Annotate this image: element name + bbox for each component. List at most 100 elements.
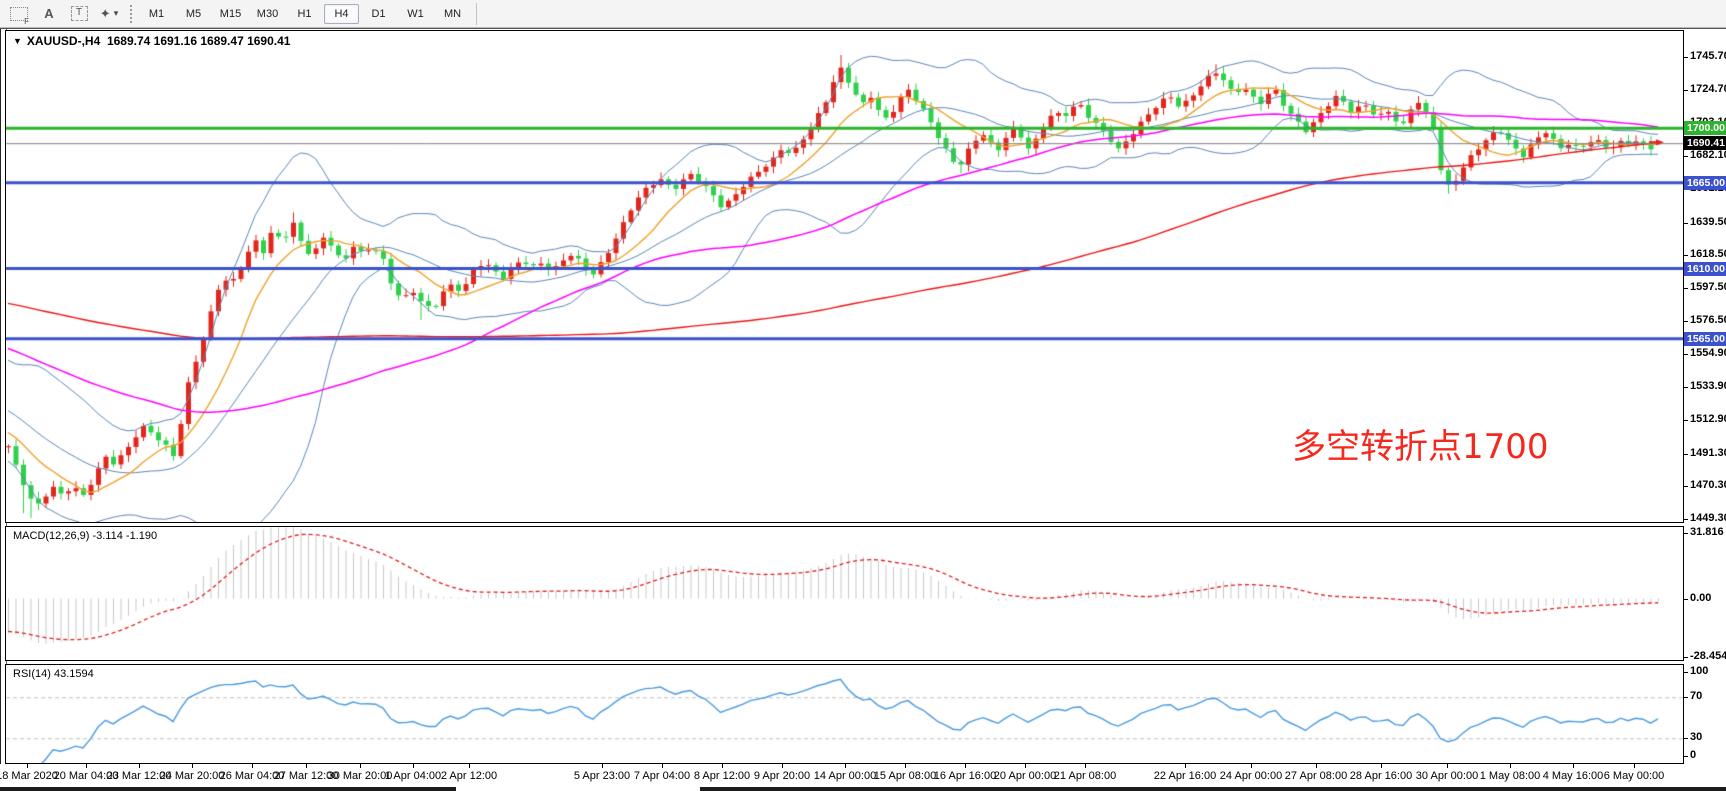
collapse-triangle-icon[interactable]: ▼ xyxy=(13,36,22,46)
rsi-canvas[interactable] xyxy=(6,665,1683,763)
window-border xyxy=(0,28,1726,29)
axis-tick xyxy=(1684,354,1688,355)
axis-tick xyxy=(1684,156,1688,157)
axis-label: 31.816 xyxy=(1690,526,1724,538)
time-tick xyxy=(1573,764,1574,768)
axis-label: 70 xyxy=(1690,690,1702,702)
time-label: 20 Apr 00:00 xyxy=(994,770,1056,782)
axis-tick xyxy=(1684,738,1688,739)
timeframe-button-m30[interactable]: M30 xyxy=(250,4,285,24)
time-tick xyxy=(782,764,783,768)
timeframe-button-d1[interactable]: D1 xyxy=(361,4,396,24)
time-tick xyxy=(139,764,140,768)
axis-tick xyxy=(1684,486,1688,487)
axis-label: 1745.70 xyxy=(1690,50,1726,62)
rsi-indicator-label: RSI(14) 43.1594 xyxy=(13,668,94,680)
bottom-scrollbar[interactable] xyxy=(0,787,456,791)
axis-label: 1533.90 xyxy=(1690,380,1726,392)
axis-tick xyxy=(1684,756,1688,757)
time-tick xyxy=(192,764,193,768)
axis-label: 1724.70 xyxy=(1690,83,1726,95)
ohlc-readout: 1689.74 1691.16 1689.47 1690.41 xyxy=(107,34,291,48)
price-scale[interactable]: 1745.701724.701703.101682.101661.101639.… xyxy=(1684,30,1726,523)
time-label: 15 Apr 08:00 xyxy=(874,770,936,782)
label-icon[interactable]: T xyxy=(68,3,90,25)
timeframe-button-h4[interactable]: H4 xyxy=(324,4,359,24)
axis-tick xyxy=(1684,57,1688,58)
timeframe-button-m5[interactable]: M5 xyxy=(176,4,211,24)
timeframe-button-h1[interactable]: H1 xyxy=(287,4,322,24)
axis-label: -28.454 xyxy=(1690,650,1726,662)
macd-scale[interactable]: 31.8160.00-28.454 xyxy=(1684,526,1726,661)
dropdown-caret-icon[interactable]: ▾ xyxy=(114,8,119,19)
chart-header[interactable]: ▼ XAUUSD-,H4 1689.74 1691.16 1689.47 1690… xyxy=(13,34,290,48)
time-tick xyxy=(1251,764,1252,768)
toolbar-grip[interactable] xyxy=(130,5,132,23)
time-label: 7 Apr 04:00 xyxy=(634,770,690,782)
time-tick xyxy=(905,764,906,768)
time-tick xyxy=(602,764,603,768)
fibonacci-icon[interactable]: F xyxy=(8,3,30,25)
timeframe-button-m1[interactable]: M1 xyxy=(139,4,174,24)
time-tick xyxy=(1634,764,1635,768)
fibonacci-grid: F xyxy=(10,7,28,21)
time-label: 28 Apr 16:00 xyxy=(1350,770,1412,782)
rsi-scale[interactable]: 100 70 30 0 xyxy=(1684,664,1726,764)
axis-tick xyxy=(1684,519,1688,520)
mt4-window: F A T ✦▾ M1M5M15M30H1H4D1W1MN ▼ XAUUSD-,H… xyxy=(0,0,1726,791)
time-tick xyxy=(469,764,470,768)
time-tick xyxy=(1447,764,1448,768)
arrows-icon[interactable]: ✦▾ xyxy=(98,3,120,25)
axis-label: 1618.50 xyxy=(1690,248,1726,260)
time-tick xyxy=(86,764,87,768)
time-label: 21 Apr 08:00 xyxy=(1054,770,1116,782)
price-level-badge: 1610.00 xyxy=(1684,262,1726,276)
time-tick xyxy=(252,764,253,768)
rsi-panel[interactable]: RSI(14) 43.1594 xyxy=(5,664,1684,764)
time-tick xyxy=(722,764,723,768)
time-tick xyxy=(1316,764,1317,768)
axis-label: 1512.90 xyxy=(1690,413,1726,425)
text-icon[interactable]: A xyxy=(38,3,60,25)
time-tick xyxy=(1381,764,1382,768)
axis-label: 100 xyxy=(1690,665,1708,677)
time-label: 5 Apr 23:00 xyxy=(574,770,630,782)
axis-label: 1449.30 xyxy=(1690,512,1726,524)
axis-tick xyxy=(1684,90,1688,91)
time-label: 27 Apr 08:00 xyxy=(1285,770,1347,782)
label-box: T xyxy=(71,6,88,21)
time-tick xyxy=(1185,764,1186,768)
time-label: 30 Mar 20:00 xyxy=(328,770,393,782)
axis-label: 1682.10 xyxy=(1690,149,1726,161)
time-label: 24 Mar 20:00 xyxy=(160,770,225,782)
symbol-timeframe-label: XAUUSD-,H4 xyxy=(27,34,100,48)
macd-indicator-label: MACD(12,26,9) -3.114 -1.190 xyxy=(13,530,157,542)
time-label: 30 Apr 00:00 xyxy=(1416,770,1478,782)
time-tick xyxy=(360,764,361,768)
toolbar: F A T ✦▾ M1M5M15M30H1H4D1W1MN xyxy=(0,0,1726,28)
timeframe-button-w1[interactable]: W1 xyxy=(398,4,433,24)
axis-tick xyxy=(1684,672,1688,673)
time-label: 8 Apr 12:00 xyxy=(694,770,750,782)
axis-tick xyxy=(1684,387,1688,388)
axis-tick xyxy=(1684,454,1688,455)
bottom-scrollbar[interactable] xyxy=(700,787,1726,791)
time-scale[interactable]: 18 Mar 202020 Mar 04:0023 Mar 12:0024 Ma… xyxy=(0,764,1726,788)
axis-label: 1576.50 xyxy=(1690,314,1726,326)
axis-label: 1554.90 xyxy=(1690,347,1726,359)
time-tick xyxy=(306,764,307,768)
time-label: 16 Apr 16:00 xyxy=(934,770,996,782)
macd-panel[interactable]: MACD(12,26,9) -3.114 -1.190 xyxy=(5,526,1684,661)
axis-tick xyxy=(1684,420,1688,421)
axis-label: 0 xyxy=(1690,749,1696,761)
time-tick xyxy=(965,764,966,768)
macd-canvas[interactable] xyxy=(6,527,1683,660)
price-level-badge: 1665.00 xyxy=(1684,176,1726,190)
axis-label: 30 xyxy=(1690,731,1702,743)
timeframe-button-mn[interactable]: MN xyxy=(435,4,470,24)
time-tick xyxy=(413,764,414,768)
time-label: 14 Apr 00:00 xyxy=(814,770,876,782)
price-level-badge: 1700.00 xyxy=(1684,121,1726,135)
price-chart-panel[interactable]: ▼ XAUUSD-,H4 1689.74 1691.16 1689.47 1690… xyxy=(5,30,1684,523)
timeframe-button-m15[interactable]: M15 xyxy=(213,4,248,24)
